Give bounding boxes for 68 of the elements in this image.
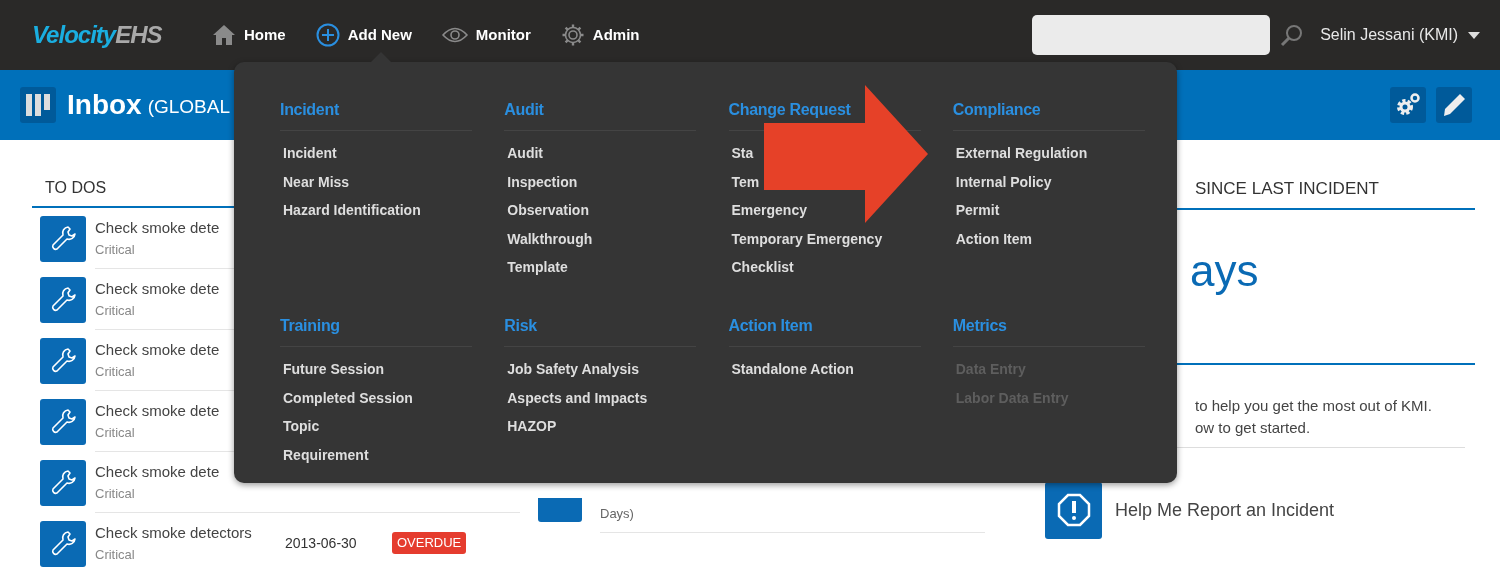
todo-title[interactable]: Check smoke detectors: [95, 522, 285, 545]
menu-item[interactable]: Permit: [955, 202, 1000, 218]
settings-button[interactable]: [1390, 87, 1426, 123]
page-subtitle: (GLOBAL: [147, 94, 231, 119]
menu-item[interactable]: Incident: [283, 145, 337, 161]
edit-button[interactable]: [1436, 87, 1472, 123]
days-counter: ays: [1190, 245, 1259, 297]
menu-group-title: Action Item: [728, 314, 921, 347]
nav-item[interactable]: Admin: [560, 15, 640, 55]
menu-group-title: Training: [280, 314, 472, 347]
eye-icon: [441, 26, 468, 44]
menu-item[interactable]: Checklist: [731, 259, 794, 275]
menu-group-title: Compliance: [952, 98, 1145, 131]
item-icon: [538, 498, 582, 522]
priority-label: Critical: [95, 362, 136, 381]
menu-item[interactable]: Future Session: [283, 361, 385, 377]
help-text: ow to get started.: [1195, 417, 1312, 438]
priority-label: Critical: [95, 545, 136, 564]
pencil-icon: [1441, 92, 1467, 118]
help-action-link[interactable]: Help Me Report an Incident: [1115, 496, 1335, 524]
wrench-icon: [40, 215, 86, 262]
menu-group-title: Audit: [504, 98, 697, 131]
gear-icon: [560, 23, 585, 47]
warning-icon: [1045, 481, 1102, 539]
wrench-icon: [40, 337, 86, 384]
menu-item[interactable]: Tem: [731, 173, 760, 190]
page-title: Inbox: [67, 88, 142, 122]
wrench-icon: [40, 459, 86, 506]
priority-label: Critical: [95, 240, 136, 259]
menu-item[interactable]: Sta: [731, 145, 754, 161]
logo[interactable]: VelocityEHS: [32, 17, 192, 53]
menu-item[interactable]: Requirement: [283, 446, 369, 463]
menu-group-title: Incident: [280, 98, 472, 131]
wrench-icon: [40, 398, 86, 445]
menu-item[interactable]: Completed Session: [283, 389, 413, 406]
priority-label: Critical: [95, 301, 136, 320]
plus-circle-icon: [315, 23, 340, 47]
wrench-icon: [40, 276, 86, 323]
menu-group-title: Metrics: [952, 314, 1145, 347]
status-badge: OVERDUE: [392, 532, 467, 554]
nav-item[interactable]: Monitor: [441, 15, 531, 55]
menu-item[interactable]: HAZOP: [507, 418, 557, 434]
menu-group-title: Risk: [504, 314, 697, 347]
menu-item[interactable]: Topic: [283, 418, 320, 434]
menu-item[interactable]: Job Safety Analysis: [507, 361, 639, 377]
menu-item[interactable]: Action Item: [955, 230, 1032, 247]
help-text: to help you get the most out of KMI.: [1195, 395, 1433, 416]
search-field[interactable]: [1032, 15, 1271, 55]
menu-item[interactable]: Emergency: [731, 202, 807, 218]
menu-item[interactable]: Aspects and Impacts: [507, 389, 648, 406]
caret-icon: [1468, 31, 1480, 39]
nav-item[interactable]: Home: [212, 15, 286, 55]
item-text: Days): [600, 504, 985, 533]
user-menu[interactable]: Selin Jessani (KMI): [1320, 23, 1480, 47]
due-date: 2013-06-30: [285, 533, 358, 553]
menu-item[interactable]: Temporary Emergency: [731, 230, 883, 247]
menu-item[interactable]: Template: [507, 259, 568, 275]
inbox-icon: [20, 87, 56, 123]
priority-label: Critical: [95, 423, 136, 442]
menu-item[interactable]: Audit: [507, 145, 543, 161]
nav-item[interactable]: Add New: [315, 15, 412, 55]
menu-item[interactable]: External Regulation: [955, 145, 1088, 161]
priority-label: Critical: [95, 484, 136, 503]
home-icon: [212, 24, 236, 46]
search-icon[interactable]: [1280, 23, 1305, 47]
menu-item[interactable]: Standalone Action: [731, 361, 854, 377]
menu-item[interactable]: Walkthrough: [507, 230, 593, 247]
menu-item[interactable]: Near Miss: [283, 173, 350, 190]
